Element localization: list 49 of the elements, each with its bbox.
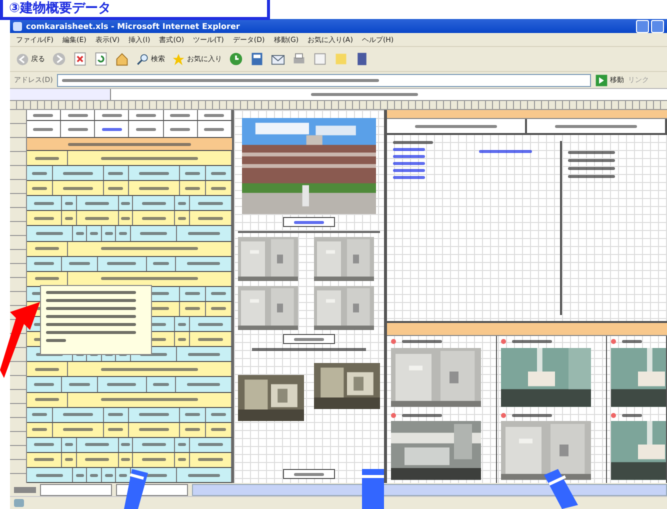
blurred-text [512, 414, 552, 417]
link[interactable] [393, 155, 425, 158]
blurred-text [402, 414, 442, 417]
browser-icon [13, 22, 22, 30]
link[interactable] [393, 162, 425, 165]
refresh-icon[interactable] [94, 52, 108, 66]
blurred-text [402, 340, 442, 344]
photo-button[interactable] [283, 334, 335, 344]
home-icon[interactable] [115, 52, 129, 66]
go-icon [595, 74, 608, 86]
blurred-text [568, 167, 614, 170]
bookmark-icon[interactable] [355, 52, 369, 66]
horizontal-scrollbar[interactable] [192, 484, 667, 496]
blurred-text [568, 159, 614, 162]
mail-icon[interactable] [271, 52, 285, 66]
star-icon [172, 52, 185, 66]
photo-button[interactable] [283, 469, 335, 479]
window-title: comkaraisheet.xls - Microsoft Internet Explorer [26, 22, 240, 30]
edit-icon[interactable] [313, 52, 327, 66]
minimize-button[interactable] [636, 20, 649, 32]
slide-label: ③建物概要データ [0, 0, 270, 20]
marker-icon [501, 412, 506, 418]
marker-icon [611, 412, 616, 418]
link[interactable] [393, 169, 425, 172]
blurred-text [568, 175, 614, 178]
stop-icon[interactable] [73, 52, 87, 66]
link[interactable] [393, 148, 425, 151]
blurred-text [622, 340, 642, 344]
sheet-tab[interactable] [40, 484, 112, 496]
history-icon[interactable] [229, 52, 243, 66]
marker-icon [501, 339, 506, 344]
marker-icon [391, 339, 396, 344]
link[interactable] [393, 176, 425, 179]
address-field[interactable] [56, 74, 591, 86]
back-icon [16, 52, 29, 66]
marker-icon [391, 412, 396, 418]
blurred-heading [393, 141, 433, 144]
blurred-text [622, 414, 642, 417]
print-icon[interactable] [292, 52, 306, 66]
forward-icon[interactable] [52, 52, 66, 66]
blurred-text [512, 340, 552, 344]
search-icon [136, 52, 149, 66]
blurred-text [568, 151, 614, 154]
maximize-button[interactable] [651, 20, 664, 32]
document-icon[interactable] [250, 52, 264, 66]
marker-icon [611, 339, 616, 344]
sheet-nav-icon[interactable] [14, 486, 36, 492]
photo-button[interactable] [283, 217, 335, 227]
page-icon [14, 499, 24, 507]
